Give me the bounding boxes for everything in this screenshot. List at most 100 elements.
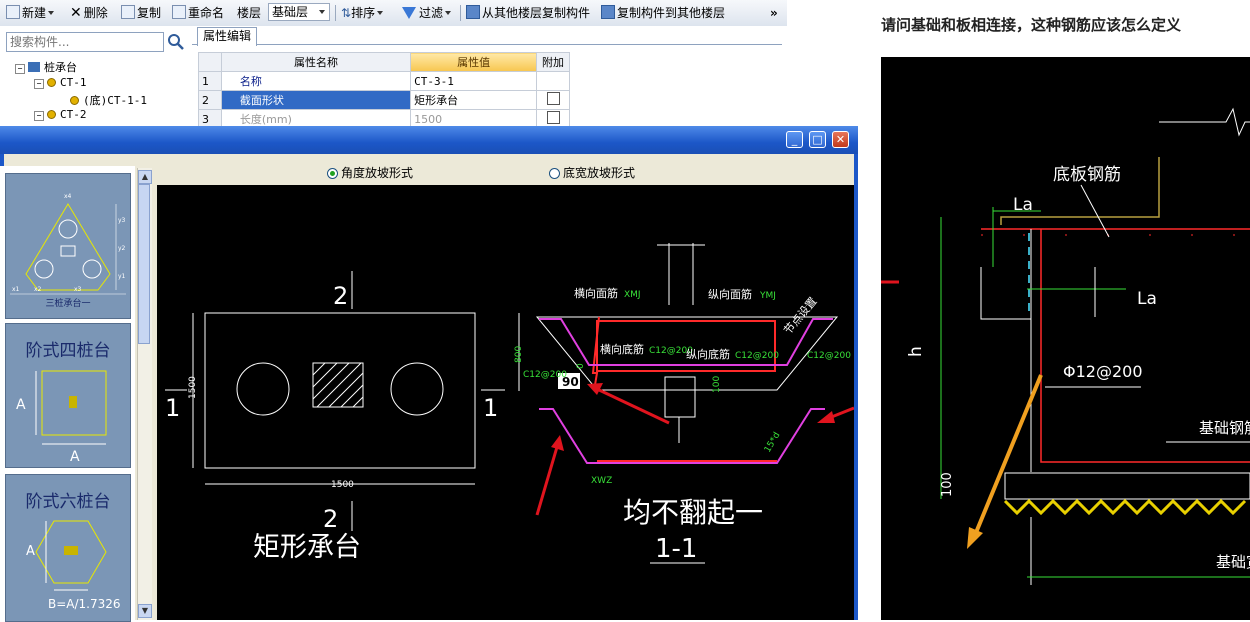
dim-label: A (16, 397, 26, 413)
close-button[interactable]: ✕ (832, 131, 849, 148)
dim-label: x4 (64, 193, 72, 200)
copy-to-floor-icon (601, 5, 615, 19)
dim-label: B=A/1.7326 (48, 597, 121, 611)
slope-mode-bar (157, 158, 854, 184)
note-label: 均不翻起一 (623, 496, 763, 529)
floor-select[interactable]: 基础层 (268, 3, 330, 21)
la-label: La (1137, 289, 1157, 309)
pile-cap-icon (28, 62, 40, 72)
filter-button[interactable]: 过滤 (402, 4, 452, 22)
copy-button[interactable]: 复制 (121, 4, 161, 22)
delete-button[interactable]: ✕ 删除 (70, 4, 108, 22)
thumb-stepped-six-pile-cap[interactable]: 阶式六桩台 A B=A/1.7326 (5, 474, 131, 622)
new-button[interactable]: 新建 (6, 4, 55, 22)
tree-root[interactable]: − 桩承台 (15, 59, 77, 75)
outline (980, 267, 1031, 320)
column-header-extra: 附加 (536, 52, 570, 72)
dim-label: y2 (118, 245, 126, 252)
top-x-code: XMJ (624, 290, 641, 300)
stepped-six-pile-cap-diagram: A B=A/1.7326 (26, 520, 121, 611)
xwz-label: XWZ (591, 476, 612, 486)
scroll-up-button[interactable]: ▲ (138, 170, 152, 184)
dropdown-arrow-icon (377, 11, 384, 15)
break-line (1159, 107, 1250, 137)
radio-selected-icon (327, 168, 338, 179)
extra-checkbox[interactable] (546, 111, 560, 124)
top-y-code: YMJ (759, 291, 776, 301)
node-setting-label: 节点设置 (781, 295, 819, 337)
radio-width-slope[interactable]: 底宽放坡形式 (549, 164, 635, 181)
rebar-spec-label: Φ12@200 (1063, 362, 1143, 381)
detail-drawing-image: 底板钢筋 La La h Φ12@200 基础钢筋 100 基础宽 (881, 57, 1250, 620)
gear-icon (70, 96, 79, 105)
rename-icon (172, 5, 186, 19)
copy-icon (121, 5, 135, 19)
side-rebar-label: C12@200 (523, 370, 567, 380)
property-value[interactable]: CT-3-1 (410, 71, 538, 91)
radio-angle-slope[interactable]: 角度放坡形式 (327, 164, 413, 181)
chevron-down-icon (319, 10, 325, 14)
side-rebar-label: C12@200 (807, 351, 851, 361)
tree-item-ct-1-1[interactable]: (底)CT-1-1 (70, 92, 147, 108)
property-name: 名称 (220, 71, 412, 91)
copy-to-floor-button[interactable]: 复制构件到其他楼层 (601, 4, 725, 22)
copy-from-floor-button[interactable]: 从其他楼层复制构件 (466, 4, 590, 22)
section-title: 1-1 (655, 534, 697, 564)
toolbar-divider (460, 5, 461, 21)
plan-title: 矩形承台 (253, 532, 361, 563)
section-mark: 1 (165, 394, 180, 422)
tree-item-ct-1[interactable]: − CT-1 (34, 76, 87, 89)
scrollbar-thumb[interactable] (138, 184, 150, 344)
dim-label: x1 (12, 286, 20, 293)
row-number-header (198, 52, 222, 72)
minimize-icon: _ (791, 133, 798, 146)
dialog-titlebar[interactable]: _ □ ✕ (0, 126, 858, 154)
dim-label: A (26, 544, 35, 559)
annotation-arrow (967, 374, 1043, 549)
scroll-down-button[interactable]: ▼ (138, 604, 152, 618)
property-extra (536, 71, 570, 91)
pile-stub (664, 376, 696, 418)
dim-label: y3 (118, 217, 126, 224)
property-value[interactable]: 矩形承台 (410, 90, 538, 110)
pile-circle (390, 362, 444, 416)
dim-label: y1 (118, 273, 126, 280)
collapse-icon[interactable]: − (34, 111, 44, 121)
search-input[interactable] (6, 32, 164, 52)
collapse-icon[interactable]: − (15, 64, 25, 74)
column-hatch (312, 362, 364, 408)
sort-button[interactable]: ⇅排序 (341, 4, 384, 22)
tree-item-ct-2[interactable]: − CT-2 (34, 108, 87, 121)
bottom-x-label: 横向底筋 (600, 342, 644, 356)
section-mark: 2 (323, 505, 338, 533)
new-icon (6, 5, 20, 19)
column-header-value: 属性值 (410, 52, 538, 72)
table-row[interactable]: 1 名称 CT-3-1 (198, 71, 570, 91)
plan-dim-x: 1500 (331, 480, 354, 490)
search-button[interactable] (166, 32, 186, 52)
rename-button[interactable]: 重命名 (172, 4, 224, 22)
table-row[interactable]: 2 截面形状 矩形承台 (198, 90, 570, 110)
more-button[interactable]: » (770, 4, 778, 22)
annotation-arrow (587, 383, 670, 425)
collapse-icon[interactable]: − (34, 79, 44, 89)
floor-label: 楼层 (237, 6, 262, 20)
plan-outline (204, 312, 476, 469)
gravel-hatch (1003, 498, 1247, 516)
property-extra (536, 90, 570, 110)
property-name: 截面形状 (220, 90, 412, 110)
three-pile-cap-diagram: x1 x2 x3 x4 y1 y2 y3 三桩承台一 (10, 193, 126, 309)
thumb-stepped-four-pile-cap[interactable]: 阶式四桩台 A A (5, 323, 131, 468)
annotation-arrow (535, 435, 564, 516)
question-title: 请问基础和板相连接，这种钢筋应该怎么定义 (881, 16, 1182, 34)
delete-icon: ✕ (70, 5, 82, 21)
bottom-y-code: C12@200 (735, 351, 779, 361)
thumb-three-pile-cap[interactable]: x1 x2 x3 x4 y1 y2 y3 三桩承台一 (5, 173, 131, 319)
maximize-button[interactable]: □ (809, 131, 826, 148)
toolbar: 新建 ✕ 删除 复制 重命名 楼层 基础层 ⇅排序 过滤 从其他楼层复制构件 复制… (0, 0, 787, 27)
filter-icon (402, 7, 416, 19)
tab-property-edit[interactable]: 属性编辑 (197, 27, 257, 46)
extra-checkbox[interactable] (546, 92, 560, 105)
dim-label: x3 (74, 286, 82, 293)
minimize-button[interactable]: _ (786, 131, 803, 148)
